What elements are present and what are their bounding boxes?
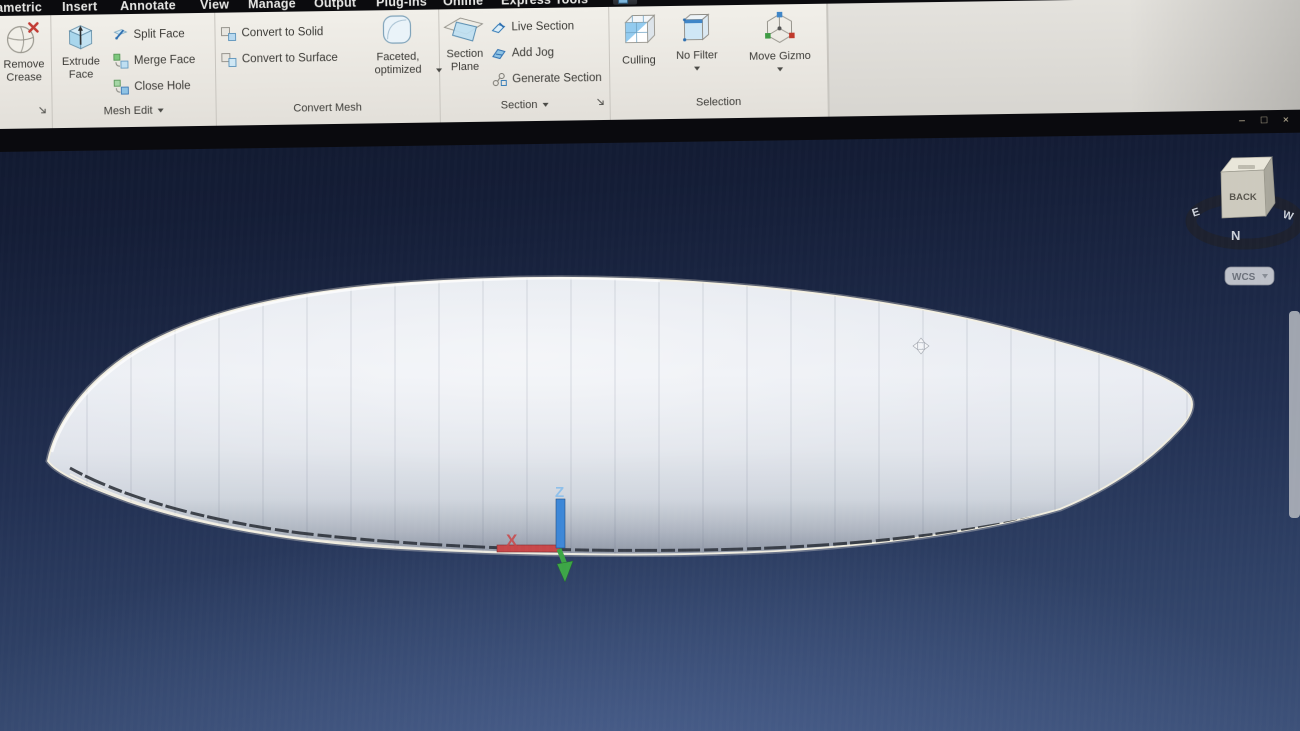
mesh-edit-panel-title[interactable]: Mesh Edit	[52, 101, 216, 121]
selection-panel-title: Selection	[609, 92, 827, 113]
section-plane-button[interactable]: Section Plane	[440, 13, 489, 75]
restore-button[interactable]: □	[1258, 114, 1270, 126]
convert-to-surface-button[interactable]: Convert to Surface	[221, 47, 338, 71]
section-panel-label: Section	[501, 99, 538, 112]
ribbon-panel-selection: Culling No Filter	[608, 4, 829, 122]
split-face-button[interactable]: Split Face	[112, 23, 184, 46]
section-plane-label: Section Plane	[441, 48, 489, 75]
convert-to-solid-icon	[220, 25, 236, 41]
panel-launcher-icon[interactable]	[597, 98, 606, 107]
close-hole-button[interactable]: Close Hole	[113, 75, 191, 98]
chevron-down-icon	[542, 103, 548, 107]
merge-face-button[interactable]: Merge Face	[113, 49, 196, 72]
panel-launcher-icon[interactable]	[39, 106, 48, 115]
menu-item-output[interactable]: Output	[314, 0, 356, 11]
compass-west-label[interactable]: W	[1281, 209, 1295, 224]
close-hole-label: Close Hole	[134, 80, 190, 93]
section-panel-title[interactable]: Section	[439, 95, 609, 116]
menu-item-parametric[interactable]: ametric	[0, 0, 42, 16]
ribbon-panel-mesh-edit: Extrude Face Split Face	[50, 13, 217, 130]
remove-crease-label: Remove Crease	[0, 58, 49, 85]
section-plane-icon	[442, 13, 486, 46]
close-button[interactable]: ×	[1280, 114, 1292, 126]
ribbon-empty-area	[827, 0, 1300, 119]
split-face-label: Split Face	[133, 28, 184, 41]
no-filter-label: No Filter	[676, 49, 718, 63]
add-jog-label: Add Jog	[512, 47, 554, 60]
ribbon-panel-section: Section Plane Live Section Add Jog	[438, 7, 611, 125]
mesh-object[interactable]	[48, 278, 1192, 555]
viewcube[interactable]: E N W BACK	[1191, 157, 1299, 244]
wcs-button[interactable]: WCS	[1225, 267, 1274, 285]
mesh-edit-panel-label: Mesh Edit	[104, 105, 153, 118]
viewcube-top-label-smudge	[1238, 165, 1255, 169]
generate-section-button[interactable]: Generate Section	[491, 67, 602, 91]
compass-north-label[interactable]: N	[1231, 228, 1240, 243]
menu-item-manage[interactable]: Manage	[248, 0, 296, 12]
move-gizmo-label: Move Gizmo	[749, 50, 811, 64]
add-jog-button[interactable]: Add Jog	[491, 42, 555, 65]
move-gizmo-button[interactable]: Move Gizmo	[736, 10, 823, 72]
ribbon-panel-mesh: Remove Crease	[0, 15, 53, 131]
selection-panel-label: Selection	[696, 96, 741, 109]
faceted-optimized-button[interactable]: Faceted, optimized	[362, 12, 433, 78]
generate-section-icon	[491, 71, 507, 87]
remove-crease-icon	[4, 19, 43, 56]
faceted-optimized-label-wrap: Faceted, optimized	[363, 51, 433, 78]
merge-face-icon	[113, 53, 129, 69]
live-section-label: Live Section	[511, 20, 574, 33]
chevron-down-icon	[158, 109, 164, 113]
titlebar-cube-icon[interactable]	[613, 0, 637, 5]
ucs-z-label: Z	[555, 484, 564, 501]
live-section-button[interactable]: Live Section	[490, 15, 574, 38]
remove-crease-button[interactable]: Remove Crease	[0, 19, 49, 85]
faceted-optimized-label: Faceted, optimized	[374, 51, 421, 77]
convert-to-solid-label: Convert to Solid	[241, 26, 323, 39]
ucs-x-label: X	[506, 531, 518, 550]
faceted-optimized-icon	[379, 12, 416, 49]
app-chrome: ametric Insert Annotate View Manage Outp…	[0, 0, 1300, 152]
minimize-button[interactable]: –	[1236, 114, 1248, 126]
extrude-face-button[interactable]: Extrude Face	[52, 18, 109, 82]
menu-item-insert[interactable]: Insert	[62, 0, 97, 15]
convert-to-solid-button[interactable]: Convert to Solid	[220, 21, 323, 45]
chevron-down-icon	[777, 67, 783, 71]
live-section-icon	[490, 19, 506, 35]
extrude-face-label: Extrude Face	[53, 55, 109, 82]
extrude-face-icon	[65, 19, 96, 53]
mesh-facet-bands	[48, 278, 1192, 555]
convert-to-surface-icon	[221, 51, 237, 67]
viewcube-front-label[interactable]: BACK	[1229, 192, 1257, 203]
split-face-icon	[112, 27, 128, 43]
convert-mesh-panel-title: Convert Mesh	[216, 97, 440, 118]
wcs-label: WCS	[1232, 272, 1256, 283]
convert-to-surface-label: Convert to Surface	[242, 52, 338, 65]
cube-glyph	[617, 0, 627, 3]
ucs-y-arrowhead	[557, 561, 573, 582]
menu-item-annotate[interactable]: Annotate	[120, 0, 176, 14]
culling-button[interactable]: Culling	[612, 12, 665, 68]
window-controls: – □ ×	[1236, 114, 1292, 127]
merge-face-label: Merge Face	[134, 54, 196, 67]
menu-item-view[interactable]: View	[200, 0, 229, 13]
screen: X Z E N W BACK	[0, 0, 1300, 731]
close-hole-icon	[113, 79, 129, 95]
no-filter-icon	[680, 11, 713, 45]
convert-mesh-panel-label: Convert Mesh	[293, 102, 362, 115]
chevron-down-icon	[694, 67, 700, 71]
no-filter-button[interactable]: No Filter	[668, 11, 725, 71]
culling-label: Culling	[622, 54, 656, 67]
navigation-bar[interactable]	[1289, 311, 1300, 518]
ribbon: Remove Crease Extrude Face	[0, 0, 1300, 131]
culling-icon	[620, 12, 657, 49]
move-gizmo-icon	[761, 10, 798, 47]
add-jog-icon	[491, 45, 507, 61]
ribbon-panel-convert-mesh: Convert to Solid Convert to Surface	[214, 9, 441, 127]
generate-section-label: Generate Section	[512, 72, 602, 85]
